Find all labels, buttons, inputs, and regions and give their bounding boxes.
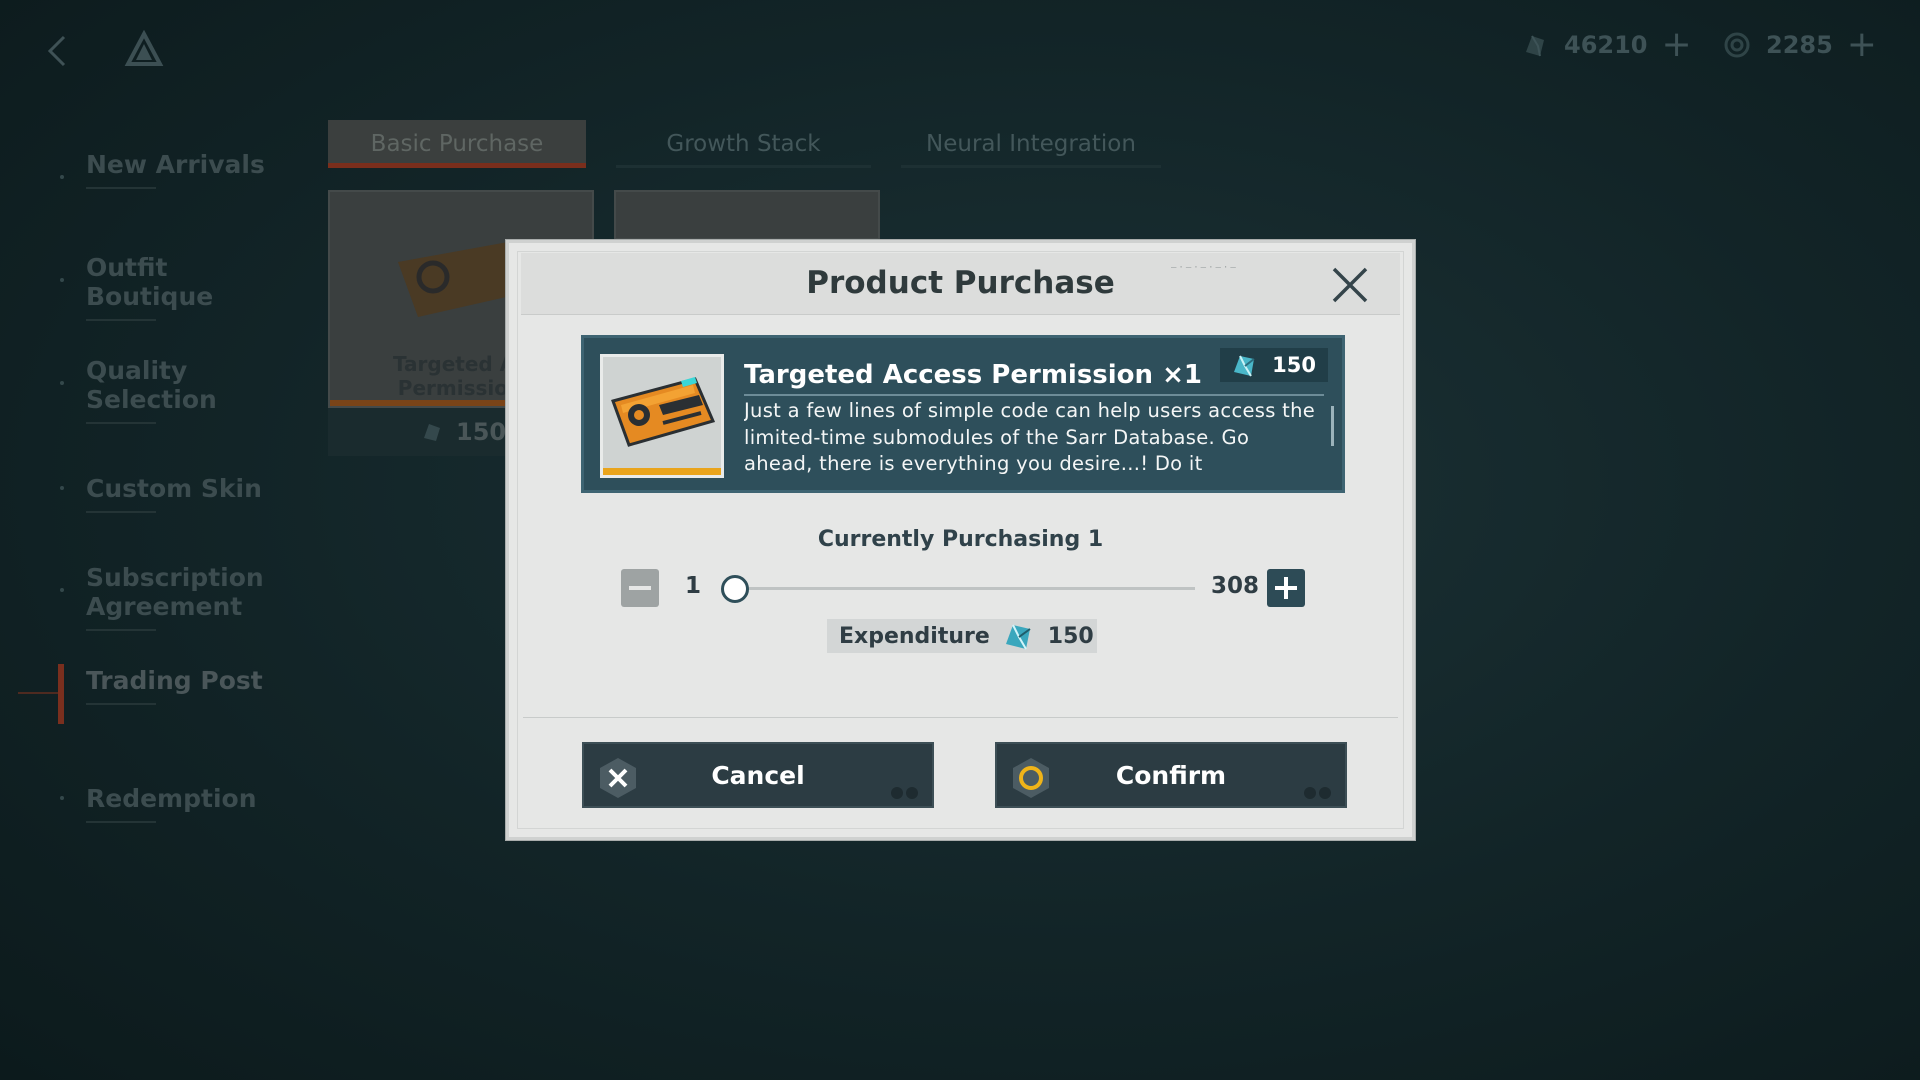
item-thumbnail (600, 354, 724, 478)
tab-basic-purchase[interactable]: Basic Purchase (328, 120, 586, 168)
product-card[interactable] (614, 190, 880, 240)
tab-neural-integration[interactable]: Neural Integration (901, 120, 1161, 168)
decorative-dots-icon (1304, 787, 1331, 799)
quantity-min-value: 1 (685, 573, 702, 599)
sidebar-item-label: Quality Selection (86, 356, 217, 414)
item-info-panel: Targeted Access Permission ×1 Just a few… (581, 335, 1345, 493)
sidebar-item-label: Outfit Boutique (86, 253, 214, 311)
item-description: Just a few lines of simple code can help… (744, 399, 1316, 475)
close-icon (1332, 267, 1368, 303)
crystal-currency-icon (1005, 624, 1031, 650)
increase-quantity-button[interactable] (1267, 569, 1305, 607)
confirm-button[interactable]: Confirm (995, 742, 1347, 808)
sidebar-item-label: Subscription Agreement (86, 563, 264, 621)
cancel-label: Cancel (711, 760, 805, 790)
sidebar-item-subscription-agreement[interactable]: Subscription Agreement (60, 563, 276, 631)
sidebar-item-label: Trading Post (86, 666, 263, 695)
add-currency-button[interactable]: + (1847, 27, 1877, 63)
active-item-dash (18, 692, 58, 694)
quantity-slider-thumb[interactable] (721, 575, 749, 603)
dialog-divider (523, 717, 1398, 718)
close-button[interactable] (1330, 265, 1370, 305)
quantity-slider-track[interactable] (733, 587, 1195, 590)
sidebar-item-label: New Arrivals (86, 150, 265, 179)
currency-crystal: 46210 + (1520, 27, 1692, 63)
back-button[interactable] (44, 34, 70, 68)
decrease-quantity-button[interactable] (621, 569, 659, 607)
product-price: 150 (420, 418, 506, 446)
currency-amount: 46210 (1564, 31, 1648, 59)
sidebar-item-outfit-boutique[interactable]: Outfit Boutique (60, 253, 266, 321)
confirm-label: Confirm (1115, 760, 1227, 790)
decorative-dots-icon (891, 787, 918, 799)
sidebar-item-new-arrivals[interactable]: New Arrivals (60, 150, 266, 189)
purchase-dialog: —·—·—·—·— Product Purchase Targeted Acce… (506, 240, 1415, 840)
cancel-hex-icon (600, 758, 636, 798)
expenditure-label: Expenditure (839, 623, 990, 649)
expenditure-amount: 150 (1047, 623, 1094, 649)
expenditure-summary: Expenditure 150 (827, 619, 1097, 653)
currency-amount: 2285 (1766, 31, 1833, 59)
purchasing-label: Currently Purchasing 1 (817, 527, 1104, 552)
crystal-currency-icon (1234, 355, 1255, 377)
sidebar-item-custom-skin[interactable]: Custom Skin (60, 474, 286, 513)
sidebar-item-trading-post[interactable]: Trading Post (86, 666, 266, 705)
active-item-marker (58, 664, 64, 724)
item-price-badge: 150 (1220, 348, 1328, 382)
crystal-currency-icon (1526, 35, 1544, 57)
access-card-icon (611, 377, 716, 447)
rarity-bar (603, 468, 721, 475)
product-price-value: 150 (456, 418, 507, 446)
sidebar-item-label: Custom Skin (86, 474, 262, 503)
add-currency-button[interactable]: + (1662, 27, 1692, 63)
category-tabs: Basic Purchase Growth Stack Neural Integ… (328, 120, 1161, 168)
item-price-value: 150 (1272, 353, 1316, 377)
sidebar-item-quality-selection[interactable]: Quality Selection (60, 356, 266, 424)
item-name: Targeted Access Permission ×1 (744, 360, 1202, 390)
sidebar-item-label: Redemption (86, 784, 257, 813)
description-scrollbar[interactable] (1331, 406, 1334, 446)
chevron-left-icon (47, 35, 66, 67)
quantity-max-value: 308 (1211, 573, 1260, 599)
quantity-selector: 1 308 (621, 567, 1305, 607)
crystal-currency-icon (424, 424, 440, 441)
sidebar-item-redemption[interactable]: Redemption (60, 784, 266, 823)
spiral-currency-icon (1724, 32, 1750, 58)
tab-growth-stack[interactable]: Growth Stack (616, 120, 871, 168)
currency-spiral: 2285 + (1722, 27, 1877, 63)
confirm-hex-icon (1013, 758, 1049, 798)
dialog-title: Product Purchase (806, 265, 1115, 301)
triangle-logo-icon (124, 29, 164, 70)
cancel-button[interactable]: Cancel (582, 742, 934, 808)
item-name-divider (744, 394, 1324, 396)
